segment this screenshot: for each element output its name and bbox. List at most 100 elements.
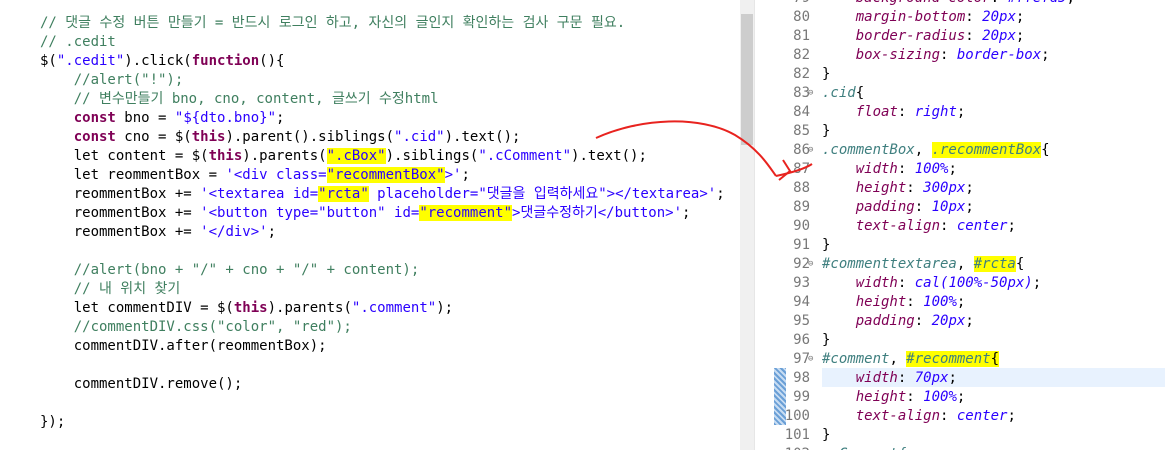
- css-line[interactable]: 94 height: 100%;: [772, 293, 1165, 312]
- code-line[interactable]: [40, 0, 74, 9]
- css-line[interactable]: 82}: [772, 65, 1165, 84]
- code-token: ;: [1066, 0, 1074, 6]
- css-code: .cComment{: [822, 445, 906, 450]
- code-line[interactable]: //alert("!");: [40, 71, 184, 90]
- code-line[interactable]: commentDIV.after(reommentBox);: [40, 337, 327, 356]
- css-line[interactable]: 101}: [772, 426, 1165, 445]
- code-line[interactable]: $(".cedit").click(function(){: [40, 52, 284, 71]
- line-number: 87: [793, 161, 810, 177]
- css-line[interactable]: 91}: [772, 236, 1165, 255]
- fold-toggle-icon[interactable]: ⊖: [808, 445, 813, 450]
- code-line[interactable]: // 내 위치 찾기: [40, 280, 181, 299]
- code-token: width: [855, 275, 898, 291]
- code-token: >댓글수정하기</button>': [512, 205, 683, 221]
- code-token: text-align: [855, 218, 941, 234]
- code-token: box-sizing: [855, 47, 941, 63]
- code-line[interactable]: //alert(bno + "/" + cno + "/" + content)…: [40, 261, 420, 280]
- code-line[interactable]: reommentBox += '<textarea id="rcta" plac…: [40, 185, 725, 204]
- css-line[interactable]: 86 ⊖ .commentBox, .recommentBox{: [772, 141, 1165, 160]
- code-token: ".cBox": [326, 148, 386, 164]
- css-line[interactable]: 97 ⊖ #comment, #recomment{: [772, 350, 1165, 369]
- line-number: 100: [784, 408, 810, 424]
- css-line[interactable]: 82 box-sizing: border-box;: [772, 46, 1165, 65]
- code-line[interactable]: // .cedit: [40, 33, 116, 52]
- css-line[interactable]: 85}: [772, 122, 1165, 141]
- css-line[interactable]: 83 ⊖ .cid{: [772, 84, 1165, 103]
- css-line[interactable]: 87 width: 100%;: [772, 160, 1165, 179]
- code-token: ".cid": [394, 129, 445, 145]
- line-number: 92: [793, 256, 810, 272]
- css-line[interactable]: 89 padding: 10px;: [772, 198, 1165, 217]
- code-token: "recommentBox": [326, 167, 445, 183]
- code-line[interactable]: let commentDIV = $(this).parents(".comme…: [40, 299, 453, 318]
- css-code: padding: 10px;: [822, 198, 974, 217]
- code-token: right: [914, 104, 957, 120]
- line-number: 88: [793, 180, 810, 196]
- code-token: ).parents(: [242, 148, 327, 164]
- code-token: bno =: [115, 110, 175, 126]
- scrollbar-thumb[interactable]: [741, 14, 753, 145]
- code-token: border-radius: [855, 28, 966, 44]
- code-token: {: [1041, 142, 1050, 158]
- code-token: padding: [855, 313, 915, 329]
- code-line[interactable]: });: [40, 413, 65, 432]
- fold-toggle-icon[interactable]: ⊖: [808, 350, 813, 369]
- code-token: {: [855, 85, 865, 101]
- css-code: padding: 20px;: [822, 312, 974, 331]
- fold-toggle-icon[interactable]: ⊖: [808, 84, 813, 103]
- code-token: }: [822, 332, 831, 348]
- fold-toggle-icon[interactable]: ⊖: [808, 255, 813, 274]
- css-code: .commentBox, .recommentBox{: [822, 141, 1050, 160]
- code-token: ;: [956, 389, 966, 405]
- css-code: #comment, #recomment{: [822, 350, 1000, 369]
- css-line[interactable]: 100 text-align: center;: [772, 407, 1165, 426]
- fold-toggle-icon[interactable]: ⊖: [808, 141, 813, 160]
- line-number: 93: [793, 275, 810, 291]
- code-token: ,: [889, 351, 907, 367]
- css-line[interactable]: 102⊖ .cComment{: [772, 445, 1165, 450]
- code-line[interactable]: // 댓글 수정 버튼 만들기 = 반드시 로그인 하고, 자신의 글인지 확인…: [40, 14, 625, 33]
- css-line[interactable]: 96}: [772, 331, 1165, 350]
- code-token: const: [73, 110, 116, 126]
- code-token: .recommentBox: [931, 142, 1042, 158]
- css-line[interactable]: 88 height: 300px;: [772, 179, 1165, 198]
- line-number: 80: [793, 9, 810, 25]
- css-code: height: 100%;: [822, 293, 966, 312]
- css-line[interactable]: 95 padding: 20px;: [772, 312, 1165, 331]
- css-line[interactable]: 79 background-color: #ffefd5;: [772, 0, 1165, 8]
- code-token: .commentBox: [822, 142, 915, 158]
- js-editor[interactable]: // 댓글 수정 버튼 만들기 = 반드시 로그인 하고, 자신의 글인지 확인…: [0, 0, 740, 450]
- code-line[interactable]: reommentBox += '</div>';: [40, 223, 276, 242]
- code-line[interactable]: //commentDIV.css("color", "red");: [40, 318, 352, 337]
- code-token: width: [855, 370, 898, 386]
- code-line[interactable]: reommentBox += '<button type="button" id…: [40, 204, 690, 223]
- css-line[interactable]: 90 text-align: center;: [772, 217, 1165, 236]
- code-line[interactable]: const cno = $(this).parent().siblings(".…: [40, 128, 521, 147]
- code-token: :: [897, 275, 915, 291]
- css-line[interactable]: 92 ⊖ #commenttextarea, #rcta{: [772, 255, 1165, 274]
- css-code: height: 300px;: [822, 179, 974, 198]
- code-token: padding: [855, 199, 915, 215]
- css-code: .cid{: [822, 84, 864, 103]
- code-line[interactable]: commentDIV.remove();: [40, 375, 243, 394]
- css-line[interactable]: 99 height: 100%;: [772, 388, 1165, 407]
- code-line[interactable]: const bno = "${dto.bno}";: [40, 109, 285, 128]
- css-code: width: cal(100%-50px);: [822, 274, 1041, 293]
- code-token: #ffefd5: [1007, 0, 1066, 6]
- code-line[interactable]: // 변수만들기 bno, cno, content, 글쓰기 수정html: [40, 90, 439, 109]
- css-line[interactable]: 98 width: 70px;: [772, 369, 1165, 388]
- code-line[interactable]: let reommentBox = '<div class="recomment…: [40, 166, 470, 185]
- code-line[interactable]: let content = $(this).parents(".cBox").s…: [40, 147, 647, 166]
- css-code: }: [822, 426, 830, 445]
- css-editor[interactable]: 79 background-color: #ffefd5;80 margin-b…: [772, 0, 1165, 450]
- code-token: let reommentBox =: [40, 167, 226, 183]
- code-token: ).text();: [571, 148, 647, 164]
- code-token: let content = $(: [40, 148, 209, 164]
- code-token: ;: [1015, 9, 1025, 25]
- css-line[interactable]: 81 border-radius: 20px;: [772, 27, 1165, 46]
- code-token: );: [436, 300, 454, 316]
- css-line[interactable]: 80 margin-bottom: 20px;: [772, 8, 1165, 27]
- css-line[interactable]: 84 float: right;: [772, 103, 1165, 122]
- css-line[interactable]: 93 width: cal(100%-50px);: [772, 274, 1165, 293]
